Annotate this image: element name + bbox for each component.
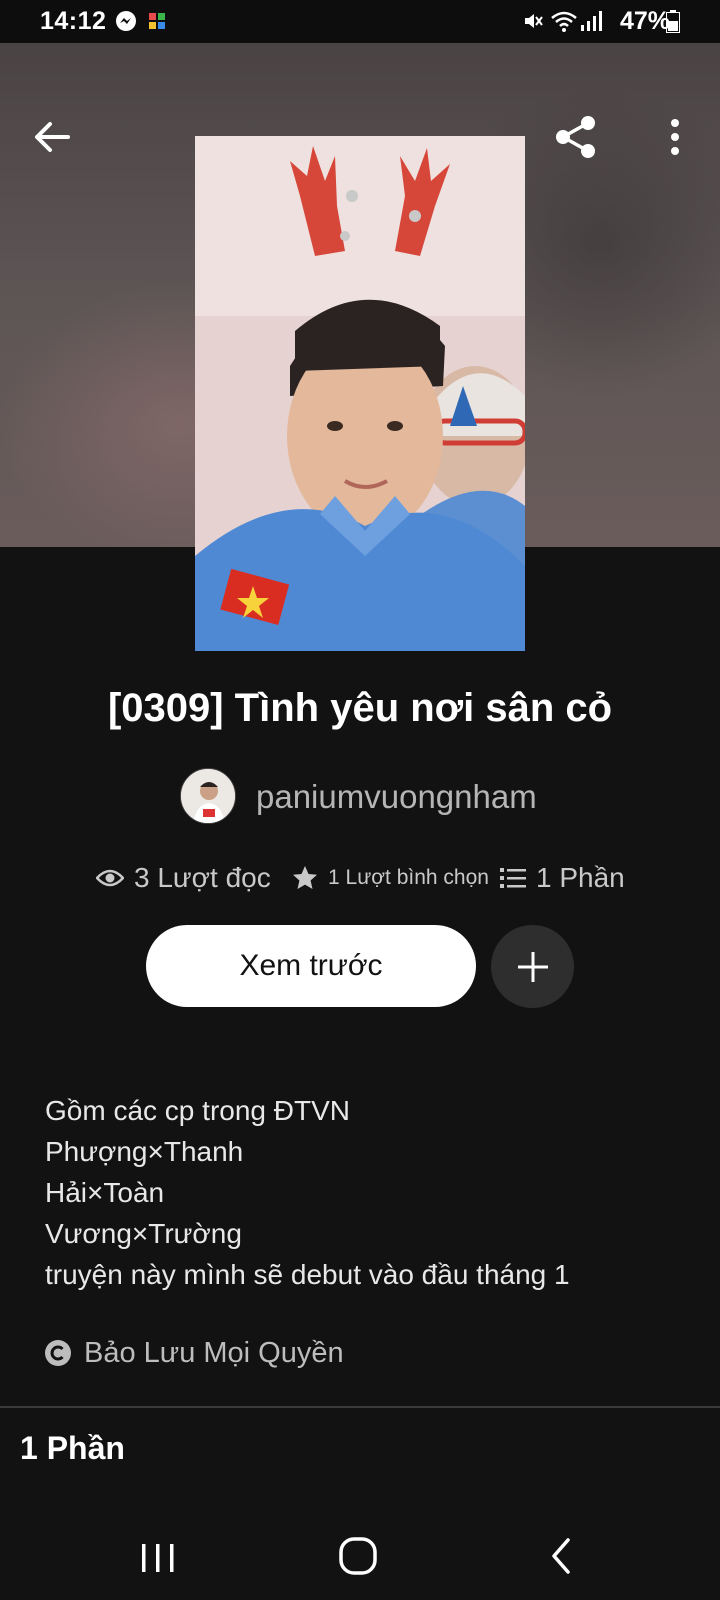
story-cover-image[interactable] (195, 136, 525, 651)
story-details-screen: 14:12 47% [0309] Tình yêu nơi sân cỏ pan… (0, 0, 720, 1600)
preview-button[interactable]: Xem trước (146, 925, 476, 1007)
copyright-icon (45, 1340, 71, 1366)
parts-stat: 1 Phần (500, 858, 625, 898)
plus-icon (517, 951, 548, 982)
share-icon[interactable] (552, 113, 600, 161)
wifi-icon (551, 11, 577, 32)
signal-icon (581, 11, 602, 31)
copyright-label: Bảo Lưu Mọi Quyền (84, 1336, 344, 1369)
description-line: Hải×Toàn (45, 1177, 165, 1208)
more-vertical-icon[interactable] (660, 117, 690, 157)
description-line: Vương×Trường (45, 1218, 242, 1249)
description-line: Gồm các cp trong ĐTVN (45, 1095, 350, 1126)
description-line: Phượng×Thanh (45, 1136, 244, 1167)
battery-icon (666, 10, 680, 33)
messenger-icon (116, 11, 136, 31)
nav-back-icon[interactable] (548, 1536, 574, 1576)
parts-count: 1 Phần (536, 862, 625, 893)
author-avatar[interactable] (180, 768, 236, 824)
copyright-row: Bảo Lưu Mọi Quyền (44, 1333, 344, 1373)
votes-stat: 1 Lượt bình chọn (292, 858, 489, 898)
star-icon (293, 866, 317, 889)
reads-count: 3 Lượt đọc (134, 862, 271, 893)
battery-percent: 47% (619, 7, 670, 35)
parts-heading: 1 Phần (20, 1430, 125, 1466)
description-line: truyện này mình sẽ debut vào đầu tháng 1 (45, 1259, 570, 1290)
system-navigation-bar (0, 1510, 720, 1600)
eye-icon (96, 869, 124, 887)
app-notification-icon (149, 13, 165, 29)
cover-photo-illustration (195, 136, 525, 651)
mute-icon (525, 14, 543, 28)
status-time: 14:12 (40, 7, 107, 35)
status-bar: 14:12 47% (0, 0, 720, 43)
story-stats: 3 Lượt đọc 1 Lượt bình chọn 1 Phần (96, 858, 656, 898)
author-row[interactable]: paniumvuongnham (180, 768, 580, 824)
recent-apps-icon[interactable] (138, 1540, 178, 1576)
author-username[interactable]: paniumvuongnham (256, 778, 537, 816)
story-title: [0309] Tình yêu nơi sân cỏ (107, 686, 613, 730)
votes-count: 1 Lượt bình chọn (328, 866, 489, 889)
add-to-library-button[interactable] (491, 925, 574, 1008)
section-divider (0, 1406, 720, 1408)
reads-stat: 3 Lượt đọc (96, 858, 271, 898)
story-description: Gồm các cp trong ĐTVN Phượng×Thanh Hải×T… (45, 1090, 685, 1295)
home-icon[interactable] (336, 1536, 380, 1576)
back-arrow-icon[interactable] (30, 115, 74, 159)
list-icon (500, 868, 526, 888)
